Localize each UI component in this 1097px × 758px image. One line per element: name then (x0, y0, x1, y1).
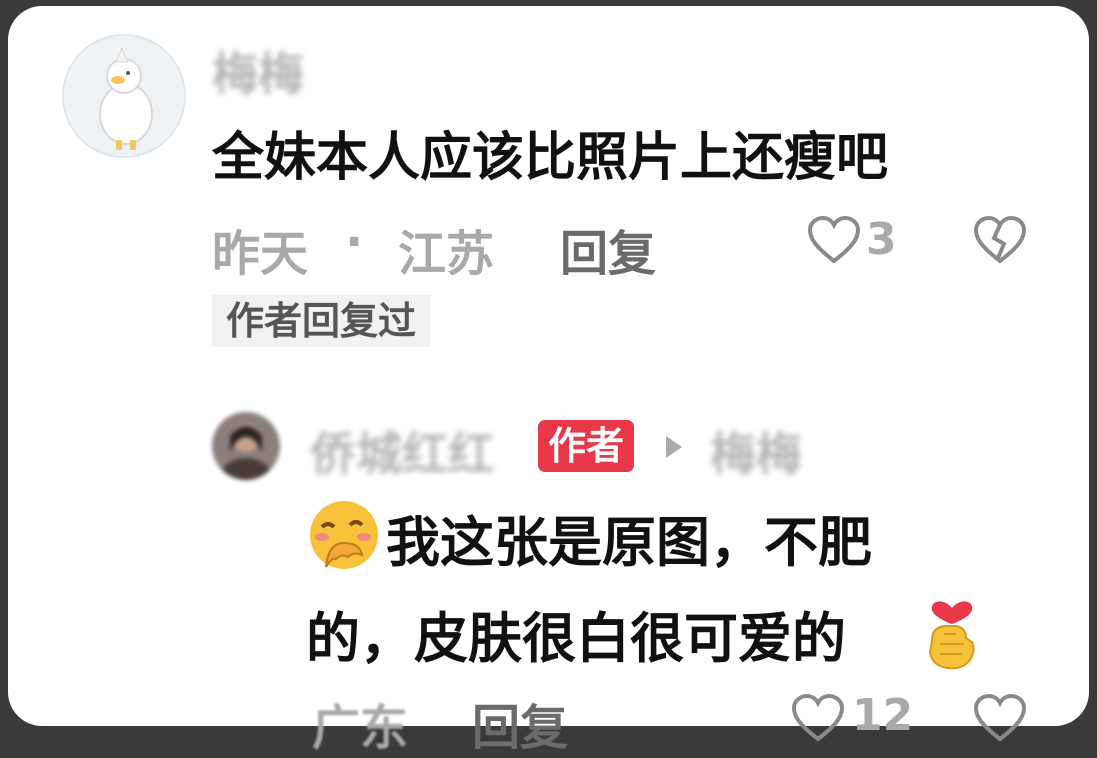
reply-username[interactable]: 侨城红红 (310, 418, 494, 484)
reply-reply-button[interactable]: 回复 (472, 688, 568, 758)
author-avatar[interactable] (212, 412, 280, 480)
reply-text-line2: 的，皮肤很白很可爱的 (306, 607, 846, 670)
reply-button[interactable]: 回复 (560, 214, 656, 284)
reply-like-button[interactable] (790, 692, 846, 748)
comment-location: 江苏 (398, 226, 495, 282)
reply-dislike-button[interactable] (972, 692, 1028, 748)
author-badge: 作者 (538, 420, 635, 472)
user-avatar[interactable] (62, 34, 186, 158)
comment-username[interactable]: 梅梅 (212, 38, 304, 104)
like-count: 3 (866, 214, 897, 265)
comment-text: 全妹本人应该比照片上还瘦吧 (212, 128, 889, 188)
author-replied-tag[interactable]: 作者回复过 (212, 295, 431, 347)
dislike-button[interactable] (972, 214, 1028, 270)
duck-avatar-icon (99, 46, 153, 150)
reply-to-username[interactable]: 梅梅 (710, 418, 802, 484)
heart-outline-icon (791, 693, 845, 742)
hand-over-mouth-emoji-icon (306, 497, 382, 577)
broken-heart-icon (973, 693, 1027, 742)
reply-like-count: 12 (852, 690, 914, 741)
comment-time: 昨天 (212, 226, 309, 282)
like-button[interactable] (806, 214, 862, 270)
heart-outline-icon (807, 215, 861, 264)
reply-location-partial: 广东 (312, 700, 409, 756)
person-avatar-icon (222, 424, 270, 480)
reply-arrow-icon (666, 436, 682, 458)
finger-heart-emoji-icon (922, 590, 982, 676)
reply-text-line1: 我这张是原图，不肥 (386, 511, 872, 574)
broken-heart-icon (973, 215, 1027, 264)
meta-separator: · (345, 214, 364, 270)
